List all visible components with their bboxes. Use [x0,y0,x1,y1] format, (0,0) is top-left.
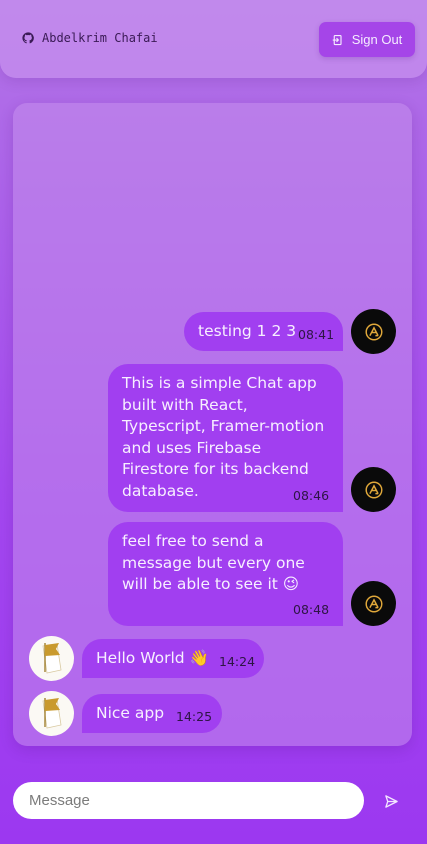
message-input[interactable] [13,782,364,819]
avatar [351,581,396,626]
app-header: Abdelkrim Chafai Sign Out [0,0,427,78]
message-bubble: feel free to send a message but every on… [108,522,343,626]
avatar [351,467,396,512]
message-bubble: testing 1 2 3 08:41 [184,312,343,351]
message-time: 08:41 [298,327,335,342]
flag-avatar-icon [42,698,62,729]
username: Abdelkrim Chafai [42,31,158,45]
send-icon [384,794,398,808]
message-time: 14:25 [176,709,213,724]
message-text: feel free to send a message but every on… [122,532,305,593]
avatar [351,309,396,354]
logo-icon [364,322,383,341]
messages-panel[interactable]: testing 1 2 3 08:41 This is a simple Cha… [13,103,412,746]
message-time: 08:48 [293,602,330,617]
avatar [29,636,74,681]
logo-icon [364,594,383,613]
avatar [29,691,74,736]
sign-out-icon [332,34,342,45]
message-bubble: This is a simple Chat app built with Rea… [108,364,343,512]
message-time: 14:24 [219,654,256,669]
github-icon [22,32,34,44]
logo-icon [364,480,383,499]
sign-out-label: Sign Out [351,32,403,47]
message-text: This is a simple Chat app built with Rea… [122,374,325,500]
message-bubble: Hello World 👋 14:24 [82,639,264,678]
flag-avatar-icon [42,643,62,674]
message-bubble: Nice app 14:25 [82,694,222,733]
send-button[interactable] [378,788,404,814]
github-link[interactable]: Abdelkrim Chafai [22,31,158,45]
message-time: 08:46 [293,488,330,503]
sign-out-button[interactable]: Sign Out [319,22,415,57]
